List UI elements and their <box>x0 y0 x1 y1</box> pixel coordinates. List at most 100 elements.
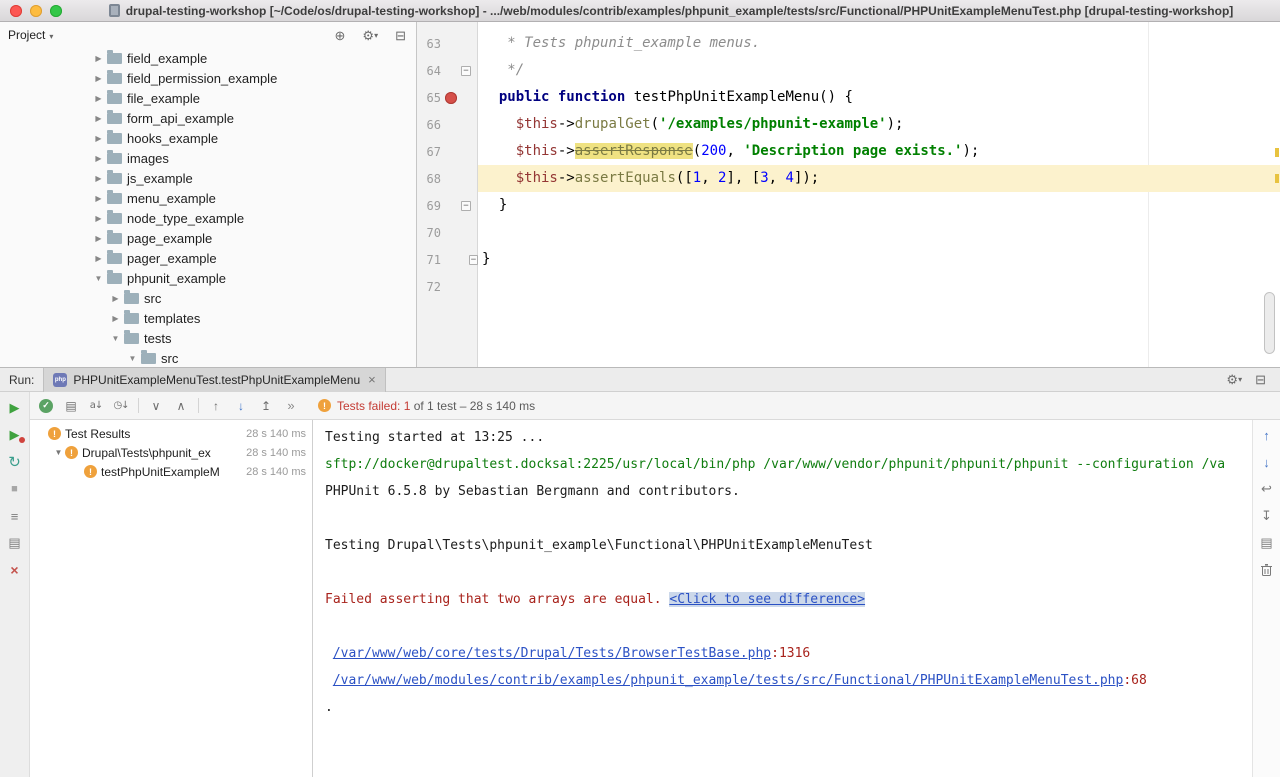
chevron-right-icon[interactable]: ▶ <box>92 194 105 203</box>
close-window-button[interactable] <box>10 5 22 17</box>
tree-item-page-example[interactable]: ▶page_example <box>0 228 416 248</box>
rerun-failed-tests-icon[interactable]: ▶ <box>5 424 25 446</box>
chevron-right-icon[interactable]: ▶ <box>92 114 105 123</box>
tree-item-menu-example[interactable]: ▶menu_example <box>0 188 416 208</box>
code-editor[interactable]: 63 * Tests phpunit_example menus. 64− */… <box>417 22 1280 367</box>
tree-item-phpunit-example[interactable]: ▼phpunit_example <box>0 268 416 288</box>
chevron-down-icon[interactable]: ▼ <box>109 334 122 343</box>
project-view-selector[interactable]: Project <box>8 28 45 42</box>
code-line-71[interactable]: 71− } <box>417 246 1280 273</box>
zoom-window-button[interactable] <box>50 5 62 17</box>
fold-icon[interactable]: − <box>461 66 471 76</box>
chevron-right-icon[interactable]: ▶ <box>92 74 105 83</box>
code-line-65[interactable]: 65 public function testPhpUnitExampleMen… <box>417 84 1280 111</box>
code-line-70[interactable]: 70 <box>417 219 1280 246</box>
chevron-right-icon[interactable]: ▶ <box>92 254 105 263</box>
code-line-69[interactable]: 69− } <box>417 192 1280 219</box>
menu-test-file-link[interactable]: /var/www/web/modules/contrib/examples/ph… <box>333 673 1124 688</box>
tree-item-js-example[interactable]: ▶js_example <box>0 168 416 188</box>
export-test-results-icon[interactable]: ▤ <box>5 532 25 554</box>
editor-scrollbar[interactable] <box>1264 292 1275 354</box>
sort-by-duration-icon[interactable]: ◷↓ <box>113 397 129 415</box>
warning-stripe-mark[interactable] <box>1275 148 1279 157</box>
chevron-down-icon[interactable]: ▼ <box>126 354 139 363</box>
tree-item-node-type-example[interactable]: ▶node_type_example <box>0 208 416 228</box>
chevron-right-icon[interactable]: ▶ <box>92 234 105 243</box>
import-test-results-icon[interactable]: ↥ <box>258 397 274 415</box>
print-icon[interactable]: ▤ <box>1257 532 1277 554</box>
show-ignored-icon[interactable]: ▤ <box>63 397 79 415</box>
chevron-right-icon[interactable]: ▶ <box>92 94 105 103</box>
tree-item-tests[interactable]: ▼ tests <box>0 328 416 348</box>
chevron-right-icon[interactable]: ▶ <box>109 314 122 323</box>
test-node-class[interactable]: ▼ ! Drupal\Tests\phpunit_ex 28 s 140 ms <box>30 443 312 462</box>
chevron-right-icon[interactable]: ▶ <box>92 154 105 163</box>
tree-item-file-example[interactable]: ▶file_example <box>0 88 416 108</box>
test-node-method[interactable]: ! testPhpUnitExampleM 28 s 140 ms <box>30 462 312 481</box>
tree-item-label: field_permission_example <box>127 71 277 86</box>
chevron-down-icon[interactable]: ▼ <box>92 274 105 283</box>
code-line-68-highlighted[interactable]: 68 $this->assertEquals([1, 2], [3, 4]); <box>417 165 1280 192</box>
up-stack-trace-icon[interactable]: ↑ <box>1257 424 1277 446</box>
code-line-63[interactable]: 63 * Tests phpunit_example menus. <box>417 30 1280 57</box>
gear-icon[interactable]: ⚙▾ <box>362 29 378 42</box>
hide-panel-icon[interactable]: ⊟ <box>1255 373 1266 386</box>
next-failed-test-icon[interactable]: ↓ <box>233 397 249 415</box>
tree-item-hooks-example[interactable]: ▶hooks_example <box>0 128 416 148</box>
tree-item-tests-src[interactable]: ▼src <box>0 348 416 367</box>
show-passed-icon[interactable]: ✓ <box>38 397 54 415</box>
scroll-to-end-icon[interactable]: ↧ <box>1257 505 1277 527</box>
test-node-root[interactable]: ! Test Results 28 s 140 ms <box>30 424 312 443</box>
expand-all-icon[interactable]: ∨ <box>148 397 164 415</box>
tree-item-images[interactable]: ▶images <box>0 148 416 168</box>
tree-item-field-example[interactable]: ▶field_example <box>0 48 416 68</box>
code-line-72[interactable]: 72 <box>417 273 1280 300</box>
previous-failed-test-icon[interactable]: ↑ <box>208 397 224 415</box>
clear-all-icon[interactable] <box>1257 559 1277 581</box>
stop-icon[interactable]: ■ <box>5 478 25 500</box>
sort-alphabetically-icon[interactable]: a↓ <box>88 397 104 415</box>
down-stack-trace-icon[interactable]: ↓ <box>1257 451 1277 473</box>
fold-icon[interactable]: − <box>469 255 478 265</box>
line-number: 65 <box>417 91 441 105</box>
console-line-stack-frame: /var/www/web/modules/contrib/examples/ph… <box>325 667 1252 694</box>
gear-icon[interactable]: ⚙▾ <box>1226 373 1242 386</box>
fold-icon[interactable]: − <box>461 201 471 211</box>
chevron-down-icon[interactable]: ▾ <box>49 32 53 41</box>
minimize-window-button[interactable] <box>30 5 42 17</box>
code-line-64[interactable]: 64− */ <box>417 57 1280 84</box>
console-line <box>325 613 1252 640</box>
test-history-icon[interactable]: ≡ <box>5 505 25 527</box>
see-difference-link[interactable]: <Click to see difference> <box>669 592 865 607</box>
locate-file-icon[interactable]: ⊕ <box>335 29 346 42</box>
hide-panel-icon[interactable]: ⊟ <box>395 29 406 42</box>
toggle-auto-test-icon[interactable]: ↻ <box>5 451 25 473</box>
chevron-right-icon[interactable]: ▶ <box>92 134 105 143</box>
tree-item-label: pager_example <box>127 251 217 266</box>
run-tab-phpunit-test[interactable]: php PHPUnitExampleMenuTest.testPhpUnitEx… <box>43 368 385 392</box>
tree-item-form-api-example[interactable]: ▶form_api_example <box>0 108 416 128</box>
close-panel-icon[interactable]: × <box>5 559 25 581</box>
collapse-all-icon[interactable]: ∧ <box>173 397 189 415</box>
console-line: Testing started at 13:25 ... <box>325 424 1252 451</box>
tree-item-src[interactable]: ▶src <box>0 288 416 308</box>
code-line-66[interactable]: 66 $this->drupalGet('/examples/phpunit-e… <box>417 111 1280 138</box>
chevron-down-icon[interactable]: ▼ <box>52 448 65 457</box>
code-line-67[interactable]: 67 $this->assertResponse(200, 'Descripti… <box>417 138 1280 165</box>
tree-item-templates[interactable]: ▶templates <box>0 308 416 328</box>
breakpoint-icon[interactable] <box>445 92 457 104</box>
browser-test-base-link[interactable]: /var/www/web/core/tests/Drupal/Tests/Bro… <box>333 646 771 661</box>
chevron-right-icon[interactable]: ▶ <box>92 214 105 223</box>
chevron-right-icon[interactable]: ▶ <box>92 174 105 183</box>
warning-stripe-mark[interactable] <box>1275 174 1279 183</box>
chevron-right-icon[interactable]: ▶ <box>109 294 122 303</box>
chevron-right-icon[interactable]: ▶ <box>92 54 105 63</box>
rerun-tests-icon[interactable]: ▶ <box>5 397 25 419</box>
close-tab-icon[interactable]: × <box>368 373 376 386</box>
tree-item-label: tests <box>144 331 171 346</box>
tree-item-field-permission-example[interactable]: ▶ field_permission_example <box>0 68 416 88</box>
soft-wrap-icon[interactable]: ↩ <box>1257 478 1277 500</box>
more-actions-icon[interactable]: » <box>283 397 299 415</box>
tree-item-pager-example[interactable]: ▶ pager_example <box>0 248 416 268</box>
test-results-tree: ! Test Results 28 s 140 ms ▼ ! Drupal\Te… <box>30 420 313 777</box>
